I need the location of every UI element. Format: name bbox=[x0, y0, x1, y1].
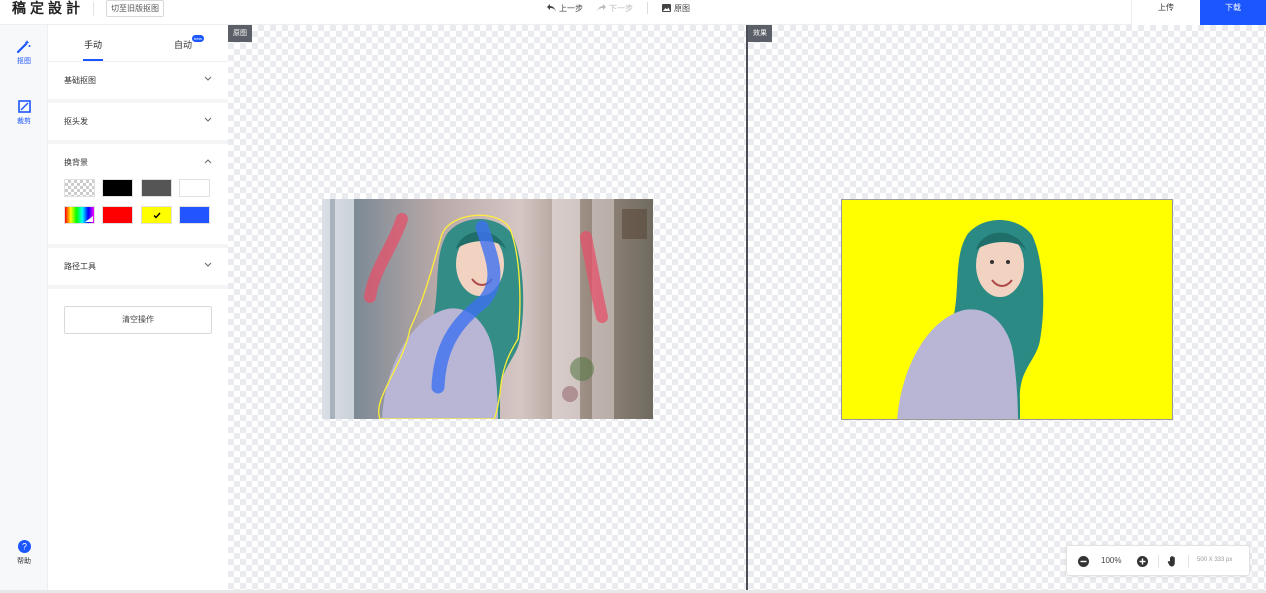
swatch-custom-color[interactable] bbox=[64, 206, 95, 224]
switch-old-version-button[interactable]: 切至旧版抠图 bbox=[106, 0, 164, 17]
tab-manual[interactable]: 手动 bbox=[84, 38, 102, 51]
rail-item-cutout[interactable]: 抠图 bbox=[0, 39, 48, 66]
chevron-down-icon bbox=[204, 117, 212, 122]
section-basic-cutout[interactable]: 基础抠图 bbox=[48, 62, 228, 103]
image-icon bbox=[662, 4, 671, 12]
section-title: 路径工具 bbox=[64, 262, 96, 271]
rail-item-help-label: 帮助 bbox=[17, 558, 31, 565]
divider bbox=[1158, 555, 1159, 568]
active-tab-indicator bbox=[83, 59, 103, 61]
crop-icon bbox=[17, 100, 31, 113]
help-icon: ? bbox=[17, 540, 31, 553]
original-canvas[interactable]: 原图 bbox=[228, 25, 746, 593]
redo-icon bbox=[597, 4, 606, 12]
rail-item-crop-label: 裁剪 bbox=[17, 118, 31, 125]
settings-panel: 手动 自动 beta 基础抠图 抠头发 换背景 路径工具 清空操作 bbox=[48, 25, 228, 593]
check-icon bbox=[153, 212, 161, 219]
divider bbox=[1188, 555, 1189, 568]
result-illustration bbox=[842, 200, 1172, 419]
zoom-in-icon[interactable] bbox=[1137, 556, 1148, 567]
beta-badge: beta bbox=[192, 35, 204, 42]
section-change-background: 换背景 bbox=[48, 144, 228, 248]
view-original-button[interactable]: 原图 bbox=[662, 3, 690, 14]
magic-wand-icon bbox=[17, 40, 31, 53]
history-tools: 上一步 下一步 原图 bbox=[547, 0, 704, 16]
section-path-tool[interactable]: 路径工具 bbox=[48, 248, 228, 289]
swatch-white[interactable] bbox=[179, 179, 210, 197]
section-title: 抠头发 bbox=[64, 117, 88, 126]
tab-auto[interactable]: 自动 bbox=[174, 38, 192, 51]
rail-item-crop[interactable]: 裁剪 bbox=[0, 100, 48, 126]
zoom-out-icon[interactable] bbox=[1078, 556, 1089, 567]
picker-corner-icon bbox=[85, 216, 93, 222]
chevron-down-icon bbox=[204, 76, 212, 81]
download-button[interactable]: 下载 bbox=[1200, 0, 1266, 25]
chevron-down-icon bbox=[204, 262, 212, 267]
undo-label: 上一步 bbox=[559, 3, 583, 13]
top-bar: 稿定設計 切至旧版抠图 上一步 下一步 原图 上传 下载 bbox=[0, 0, 1266, 25]
zoom-level: 100% bbox=[1101, 556, 1122, 565]
result-canvas[interactable]: 效果 bbox=[748, 25, 1266, 593]
section-hair-cutout[interactable]: 抠头发 bbox=[48, 103, 228, 144]
swatch-black[interactable] bbox=[102, 179, 133, 197]
svg-text:?: ? bbox=[21, 542, 26, 552]
zoom-control: 100% 500 X 333 px bbox=[1066, 545, 1250, 576]
undo-icon bbox=[547, 4, 556, 12]
section-title: 基础抠图 bbox=[64, 76, 96, 85]
undo-button[interactable]: 上一步 bbox=[547, 3, 583, 14]
divider bbox=[647, 2, 648, 14]
view-original-label: 原图 bbox=[674, 3, 690, 13]
photo-illustration bbox=[322, 199, 653, 419]
app-logo[interactable]: 稿定設計 bbox=[12, 0, 84, 18]
redo-label: 下一步 bbox=[609, 3, 633, 13]
upload-button[interactable]: 上传 bbox=[1131, 0, 1200, 25]
swatch-red[interactable] bbox=[102, 206, 133, 224]
original-label: 原图 bbox=[228, 25, 252, 42]
rail-item-help[interactable]: ? 帮助 bbox=[0, 540, 48, 566]
swatch-transparent[interactable] bbox=[64, 179, 95, 197]
result-label: 效果 bbox=[748, 25, 772, 42]
swatch-dark-gray[interactable] bbox=[141, 179, 172, 197]
image-dimensions: 500 X 333 px bbox=[1197, 557, 1233, 563]
left-rail: 抠图 裁剪 ? 帮助 bbox=[0, 25, 48, 593]
result-photo[interactable] bbox=[841, 199, 1173, 420]
section-title[interactable]: 换背景 bbox=[64, 157, 88, 168]
swatch-blue[interactable] bbox=[179, 206, 210, 224]
chevron-up-icon[interactable] bbox=[204, 158, 212, 164]
rail-item-cutout-label: 抠图 bbox=[17, 58, 31, 65]
redo-button[interactable]: 下一步 bbox=[597, 3, 633, 14]
original-photo[interactable] bbox=[322, 199, 653, 419]
hand-pan-icon[interactable] bbox=[1167, 555, 1179, 567]
divider bbox=[93, 2, 94, 16]
swatch-yellow[interactable] bbox=[141, 206, 172, 224]
mode-tabs: 手动 自动 beta bbox=[48, 25, 228, 62]
clear-operations-button[interactable]: 清空操作 bbox=[64, 306, 212, 334]
